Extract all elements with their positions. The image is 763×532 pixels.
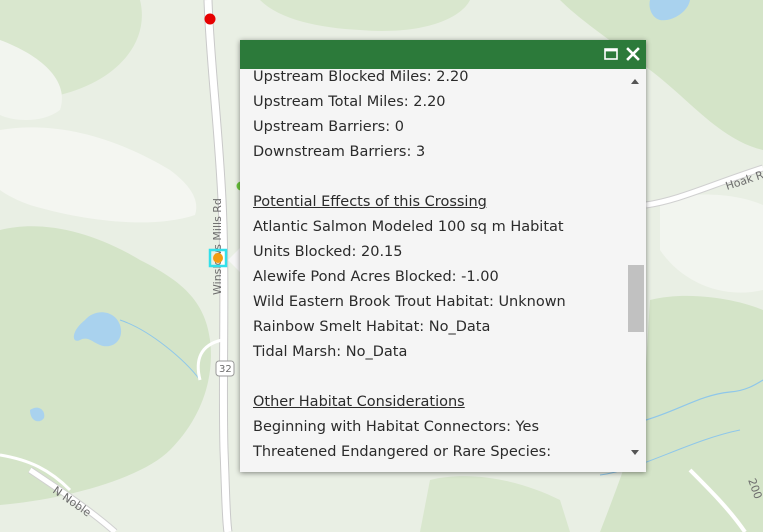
attribute-line: Rainbow Smelt Habitat: No_Data bbox=[253, 319, 491, 335]
route-label-32: 32 bbox=[219, 364, 232, 375]
attribute-line: Wild Eastern Brook Trout Habitat: Unknow… bbox=[253, 294, 566, 310]
popup-content[interactable]: Upstream Blocked Miles: 2.20 Upstream Tot… bbox=[240, 69, 628, 472]
close-button[interactable] bbox=[624, 45, 642, 63]
scroll-down-icon[interactable] bbox=[631, 450, 639, 455]
scrollbar-thumb[interactable] bbox=[628, 265, 644, 332]
popup-scrollbar[interactable] bbox=[628, 69, 644, 472]
attribute-list: Upstream Blocked Miles: 2.20 Upstream Tot… bbox=[253, 69, 623, 465]
attribute-line: Threatened Endangered or Rare Species: bbox=[253, 444, 552, 460]
attribute-line: Atlantic Salmon Modeled 100 sq m Habitat bbox=[253, 219, 564, 235]
attribute-line: Units Blocked: 20.15 bbox=[253, 244, 403, 260]
maximize-button[interactable] bbox=[602, 45, 620, 63]
attribute-line: Alewife Pond Acres Blocked: -1.00 bbox=[253, 269, 499, 285]
section-heading: Other Habitat Considerations bbox=[253, 394, 465, 410]
attribute-line: Upstream Barriers: 0 bbox=[253, 119, 404, 135]
attribute-line: Upstream Blocked Miles: 2.20 bbox=[253, 69, 469, 85]
maximize-icon bbox=[604, 48, 618, 60]
scroll-up-icon[interactable] bbox=[631, 79, 639, 84]
section-heading: Potential Effects of this Crossing bbox=[253, 194, 487, 210]
barrier-point-red[interactable] bbox=[204, 13, 216, 25]
attribute-line: Tidal Marsh: No_Data bbox=[253, 344, 408, 360]
attribute-line: Beginning with Habitat Connectors: Yes bbox=[253, 419, 540, 435]
info-popup: Upstream Blocked Miles: 2.20 Upstream Tot… bbox=[240, 40, 646, 472]
selected-crossing-marker[interactable] bbox=[213, 253, 223, 263]
popup-pointer bbox=[228, 248, 240, 272]
road-label-winslows-mills: Winslows Mills Rd bbox=[211, 198, 224, 295]
close-icon bbox=[626, 47, 640, 61]
popup-header bbox=[240, 40, 646, 69]
attribute-line: Upstream Total Miles: 2.20 bbox=[253, 94, 446, 110]
attribute-line: Downstream Barriers: 3 bbox=[253, 144, 426, 160]
